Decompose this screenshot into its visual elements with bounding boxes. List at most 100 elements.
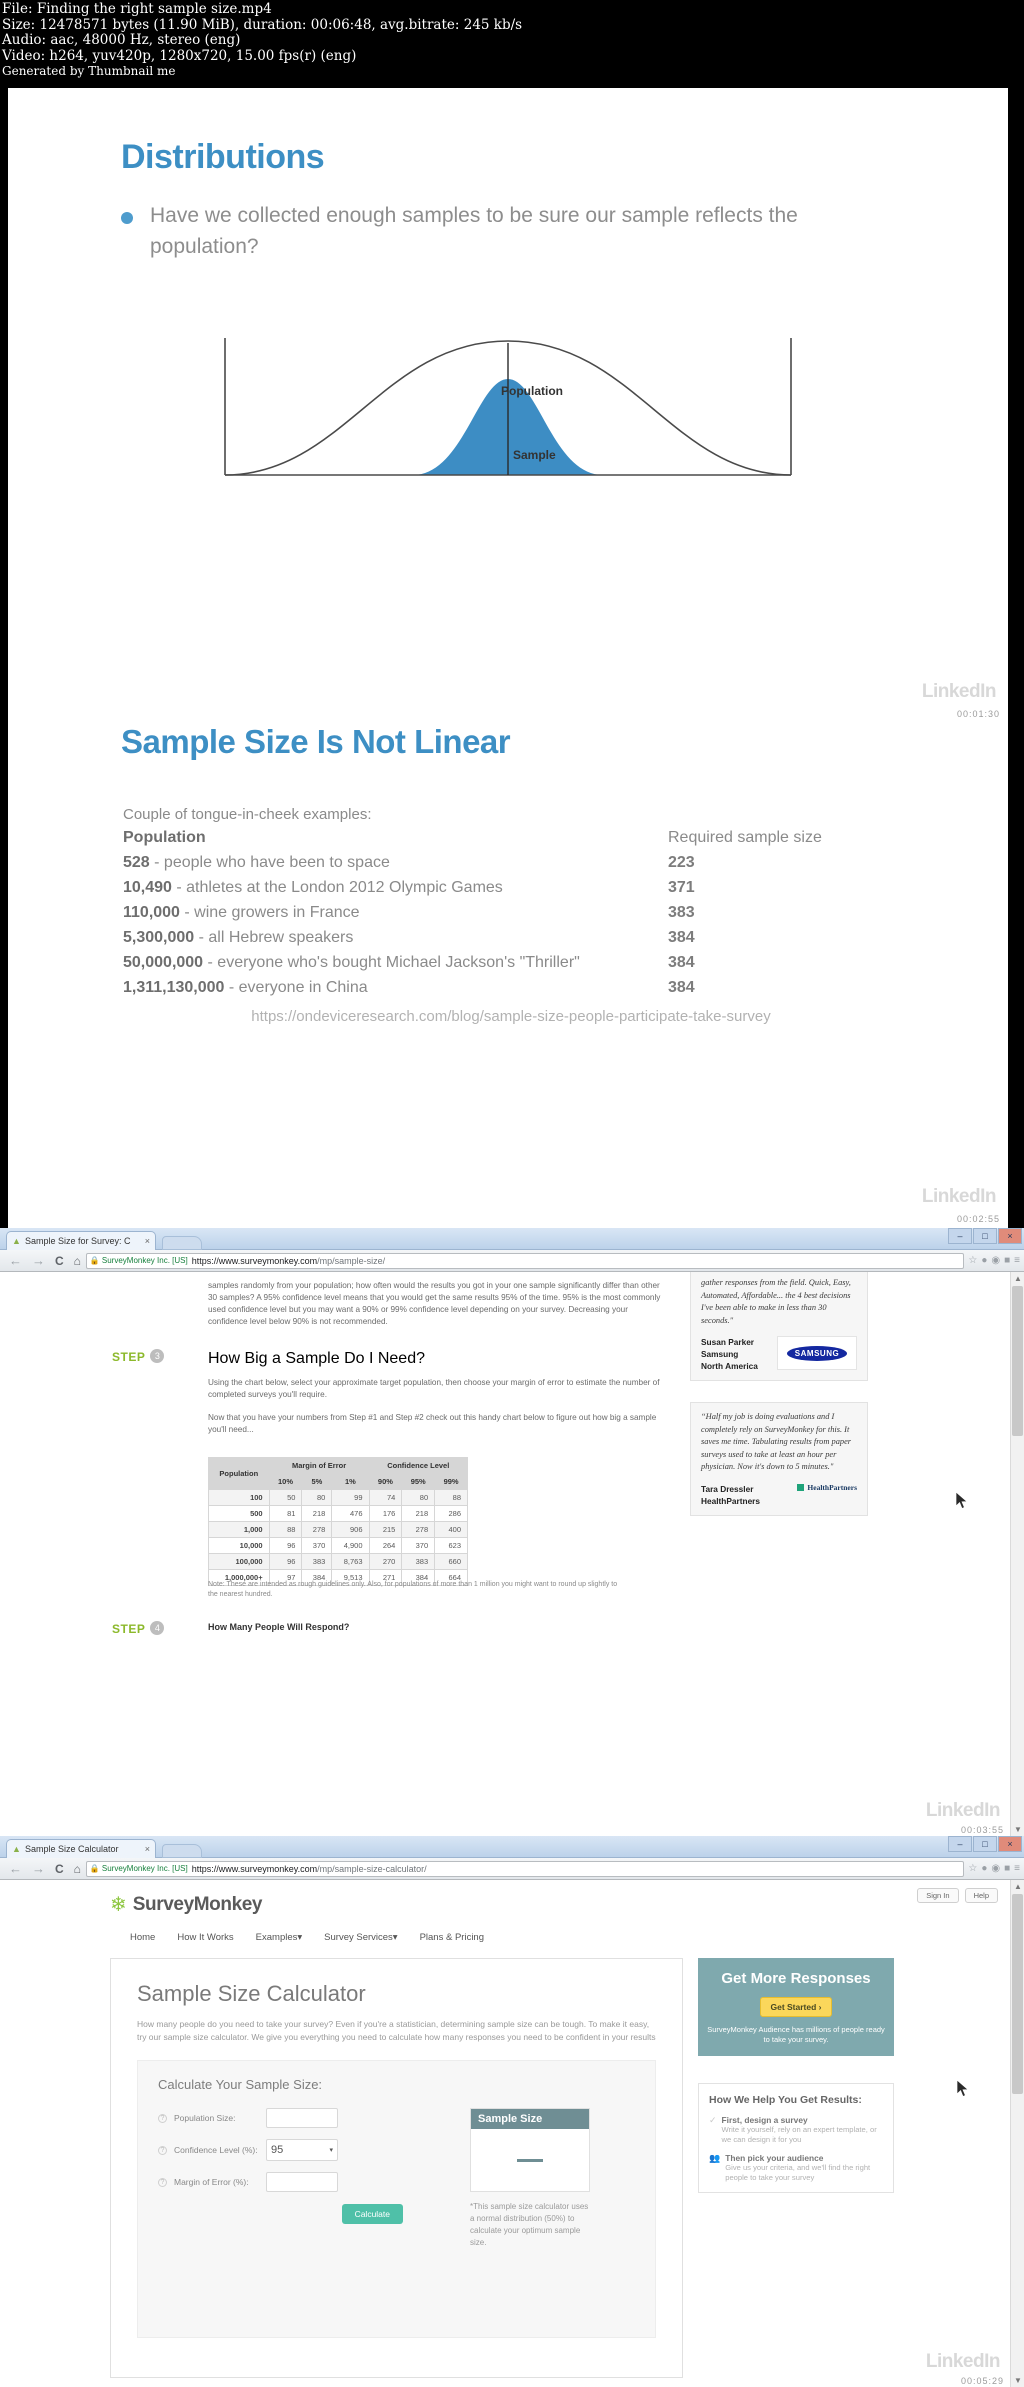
calculate-button[interactable]: Calculate (341, 2204, 403, 2224)
help-icon[interactable]: ? (158, 2145, 167, 2155)
testimonial1-company: Samsung (701, 1349, 739, 1359)
surveymonkey-logo[interactable]: ❄ SurveyMonkey (110, 1894, 262, 1916)
browser2-secure-label: SurveyMonkey Inc. [US] (101, 1864, 188, 1873)
surveymonkey-wordmark: SurveyMonkey (132, 1894, 263, 1915)
get-started-button[interactable]: Get Started › (760, 1997, 832, 2017)
confidence-level-select[interactable]: 95 ▾ (266, 2139, 338, 2161)
browser2-close-button[interactable]: × (998, 1836, 1022, 1852)
scroll-down-icon[interactable]: ▼ (1014, 1825, 1022, 1834)
testimonial1-name: Susan Parker (701, 1337, 755, 1347)
nav-item-examples[interactable]: Examples▾ (256, 1932, 303, 1943)
star-icon[interactable]: ☆ (968, 1863, 977, 1874)
forward-icon[interactable]: → (32, 1861, 45, 1876)
slide1-bullet: Have we collected enough samples to be s… (121, 200, 821, 262)
browser1-close-button[interactable]: × (998, 1228, 1022, 1244)
scroll-up-icon[interactable]: ▲ (1014, 1882, 1022, 1891)
browser2-new-tab-button[interactable] (162, 1844, 202, 1858)
video-info-header: File: Finding the right sample size.mp4 … (0, 0, 1024, 88)
browser2-tab-close-icon[interactable]: × (145, 1844, 150, 1854)
reload-icon[interactable]: C (55, 1862, 64, 1876)
field-confidence-level: ? Confidence Level (%): 95 ▾ (158, 2139, 458, 2161)
monkey-leaf-icon: ❄ (110, 1894, 127, 1916)
testimonial1-quote: gather responses from the field. Quick, … (701, 1278, 851, 1325)
scroll-up-icon[interactable]: ▲ (1014, 1274, 1022, 1283)
browser2-window-controls: – □ × (947, 1836, 1022, 1852)
cell: 99 (331, 1489, 370, 1506)
slide2-pop-cell: 5,300,000 - all Hebrew speakers (123, 929, 354, 946)
nav-item-survey-services[interactable]: Survey Services▾ (324, 1932, 397, 1943)
browser1-tab-close-icon[interactable]: × (145, 1236, 150, 1246)
back-icon[interactable]: ← (9, 1253, 22, 1268)
step3-number: 3 (150, 1349, 165, 1363)
linkedin-watermark: LinkedIn (925, 2351, 1001, 2372)
browser1-tab[interactable]: ▲ Sample Size for Survey: C × (6, 1231, 156, 1250)
browser1-maximize-button[interactable]: □ (973, 1228, 997, 1244)
cell: 278 (401, 1521, 436, 1538)
cell: 96 (268, 1553, 303, 1570)
browser1-address-bar[interactable]: 🔒 SurveyMonkey Inc. [US] https://www.sur… (85, 1252, 965, 1269)
step3-heading: How Big a Sample Do I Need? (208, 1350, 425, 1367)
th-margin-10: 10% (268, 1473, 303, 1490)
confidence-level-value: 95 (271, 2144, 284, 2156)
slide2-req-cell: 223 (668, 854, 695, 871)
extension-icon[interactable]: ■ (1004, 1863, 1010, 1874)
promo-panel: Get More Responses Get Started › SurveyM… (698, 1958, 894, 2056)
nav-item-how-it-works[interactable]: How It Works (177, 1932, 233, 1943)
sign-in-button[interactable]: Sign In (917, 1888, 959, 1903)
forward-icon[interactable]: → (32, 1253, 45, 1268)
person-icon[interactable]: ● (981, 1255, 987, 1266)
browser1-window-controls: – □ × (947, 1228, 1022, 1244)
th-conf-95: 95% (401, 1473, 436, 1490)
chart-label-population: Population (501, 384, 563, 398)
home-icon[interactable]: ⌂ (74, 1254, 81, 1268)
testimonial2-quote: “Half my job is doing evaluations and I … (701, 1412, 852, 1471)
population-size-input[interactable] (266, 2108, 338, 2128)
slide2-row: 10,490 - athletes at the London 2012 Oly… (123, 879, 903, 897)
eye-icon[interactable]: ◉ (991, 1863, 1000, 1874)
help-icon[interactable]: ? (158, 2177, 167, 2187)
margin-of-error-input[interactable] (266, 2172, 338, 2192)
browser1-minimize-button[interactable]: – (948, 1228, 972, 1244)
browser-window-calculator: ▲ Sample Size Calculator × – □ × ← → C ⌂… (0, 1836, 1024, 2387)
browser2-minimize-button[interactable]: – (948, 1836, 972, 1852)
browser1-timecode: 00:03:55 (960, 1825, 1004, 1835)
menu-icon[interactable]: ≡ (1014, 1255, 1020, 1266)
star-icon[interactable]: ☆ (968, 1255, 977, 1266)
help-icon[interactable]: ? (158, 2113, 167, 2123)
help-item: 👥 Then pick your audience Give us your c… (709, 2153, 883, 2183)
th-confidence-level: Confidence Level (368, 1457, 469, 1474)
browser2-address-bar[interactable]: 🔒 SurveyMonkey Inc. [US] https://www.sur… (85, 1860, 965, 1877)
browser2-tab[interactable]: ▲ Sample Size Calculator × (6, 1839, 156, 1858)
cell: 80 (301, 1489, 333, 1506)
slide2-row: 50,000,000 - everyone who's bought Micha… (123, 954, 903, 972)
browser1-scrollbar[interactable]: ▲ ▼ (1010, 1272, 1024, 1836)
sample-size-value-area (471, 2129, 589, 2191)
th-margin-1: 1% (331, 1473, 370, 1490)
person-icon[interactable]: ● (981, 1863, 987, 1874)
browser1-new-tab-button[interactable] (162, 1236, 202, 1250)
scroll-down-icon[interactable]: ▼ (1014, 2376, 1022, 2385)
cell-population: 100 (208, 1489, 270, 1506)
extension-icon[interactable]: ■ (1004, 1255, 1010, 1266)
cell: 476 (331, 1505, 370, 1522)
back-icon[interactable]: ← (9, 1861, 22, 1876)
eye-icon[interactable]: ◉ (991, 1255, 1000, 1266)
sample-size-heading: Sample Size (471, 2109, 589, 2129)
nav-item-plans-pricing[interactable]: Plans & Pricing (420, 1932, 484, 1943)
browser1-scroll-thumb[interactable] (1012, 1286, 1023, 1436)
browser2-scroll-thumb[interactable] (1012, 1894, 1023, 2094)
browser2-maximize-button[interactable]: □ (973, 1836, 997, 1852)
reload-icon[interactable]: C (55, 1254, 64, 1268)
slide2-row: 528 - people who have been to space 223 (123, 854, 903, 872)
help-button[interactable]: Help (964, 1888, 998, 1903)
table-body: 100 50 80 99 74 80 88 500 81 218 476 176 (208, 1489, 468, 1586)
home-icon[interactable]: ⌂ (74, 1862, 81, 1876)
slide2-intro: Couple of tongue-in-cheek examples: (123, 806, 372, 823)
testimonial2-company: HealthPartners (701, 1495, 761, 1506)
cell: 278 (301, 1521, 333, 1538)
main-nav: Home How It Works Examples▾ Survey Servi… (130, 1932, 484, 1943)
nav-item-home[interactable]: Home (130, 1932, 155, 1943)
cell: 264 (368, 1537, 403, 1554)
menu-icon[interactable]: ≡ (1014, 1863, 1020, 1874)
browser2-scrollbar[interactable]: ▲ ▼ (1010, 1880, 1024, 2387)
